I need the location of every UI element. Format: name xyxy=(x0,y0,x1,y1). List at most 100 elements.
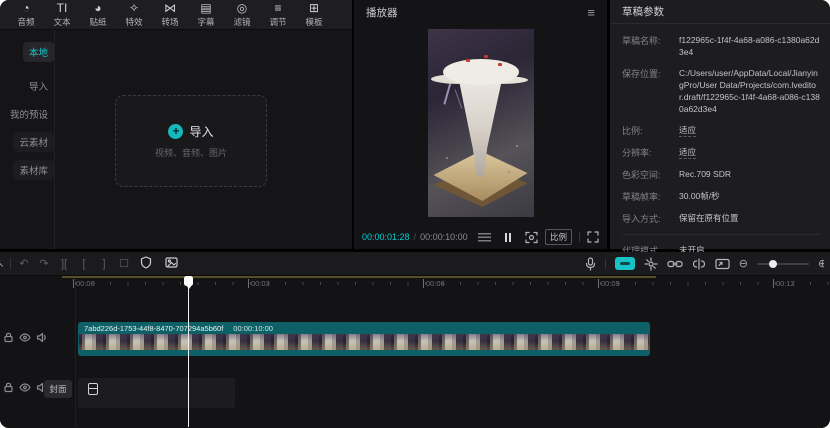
ratio-button[interactable]: 比例 xyxy=(545,229,572,245)
fullscreen-icon[interactable] xyxy=(587,231,599,243)
redo-icon[interactable]: ↷ xyxy=(34,257,54,270)
media-panel: ◔音频 TI文本 ◕贴纸 ✧特效 ⋈转场 ▤字幕 ◎滤镜 ≡调节 ⊞模板 本地 … xyxy=(0,0,352,249)
video-track-controls xyxy=(3,332,48,343)
text-icon: TI xyxy=(57,2,68,15)
debris xyxy=(516,145,518,147)
field-label: 导入方式: xyxy=(622,212,679,225)
trim-right-icon[interactable]: ] xyxy=(94,258,114,270)
tab-label: 模板 xyxy=(305,16,322,28)
field-label: 保存位置: xyxy=(622,67,679,115)
tab-label: 贴纸 xyxy=(89,16,106,28)
sidebar-item-local[interactable]: 本地 xyxy=(0,42,54,62)
video-clip[interactable]: 7abd226d-1753-44f8-8470-707294a5b60f 00:… xyxy=(78,322,650,356)
quality-icon[interactable] xyxy=(478,233,491,242)
ruler-label: 00:09 xyxy=(598,279,620,288)
cover-thumbnail-icon[interactable] xyxy=(88,383,98,395)
undo-icon[interactable]: ↶ xyxy=(14,257,34,270)
ruler-highlight-band xyxy=(62,276,656,278)
tab-label: 调节 xyxy=(269,16,286,28)
import-mode-value: 保留在原有位置 xyxy=(679,212,739,225)
auto-snap-icon[interactable] xyxy=(644,257,658,271)
shield-icon[interactable] xyxy=(134,256,158,272)
tab-audio[interactable]: ◔音频 xyxy=(8,2,44,28)
trim-left-icon[interactable]: [ xyxy=(74,258,94,270)
lightning-shape xyxy=(454,89,462,108)
focus-frame-icon[interactable] xyxy=(525,231,538,244)
tab-label: 音频 xyxy=(17,16,34,28)
cover-track-lane xyxy=(78,378,235,408)
transition-icon: ⋈ xyxy=(164,2,176,15)
field-label: 草稿帧率: xyxy=(622,190,679,203)
fit-preview-icon[interactable] xyxy=(715,258,730,270)
divider xyxy=(605,259,606,269)
player-menu-icon[interactable]: ≡ xyxy=(587,5,595,20)
tab-sticker[interactable]: ◕贴纸 xyxy=(80,2,116,28)
clip-bottom-bar xyxy=(79,350,649,355)
tab-filter[interactable]: ◎滤镜 xyxy=(224,2,260,28)
select-cursor-icon[interactable]: ↖ xyxy=(0,257,7,270)
clip-label-bar: 7abd226d-1753-44f8-8470-707294a5b60f 00:… xyxy=(79,323,649,334)
image-overlay-icon[interactable] xyxy=(158,257,184,271)
player-title: 播放器 xyxy=(366,5,398,20)
record-mic-icon[interactable] xyxy=(585,257,596,271)
template-icon: ⊞ xyxy=(309,2,319,15)
sidebar-item-import[interactable]: 导入 xyxy=(0,76,54,96)
current-time: 00:00:01:28 xyxy=(362,232,410,242)
import-hint: 视频、音频、图片 xyxy=(155,146,227,159)
red-debris xyxy=(498,63,502,66)
zoom-slider-thumb[interactable] xyxy=(769,260,777,268)
lock-icon[interactable] xyxy=(3,332,14,343)
tab-effects[interactable]: ✧特效 xyxy=(116,2,152,28)
linkage-icon[interactable] xyxy=(667,259,683,269)
divider xyxy=(75,276,76,427)
eye-icon[interactable] xyxy=(19,382,31,393)
cover-track-controls xyxy=(3,382,48,393)
eye-icon[interactable] xyxy=(19,332,31,343)
total-time: 00:00:10:00 xyxy=(420,232,468,242)
draft-params-panel: 草稿参数 草稿名称:f122965c-1f4f-4a68-a086-c1380a… xyxy=(610,0,830,249)
player-stage xyxy=(354,25,607,225)
divider xyxy=(10,258,11,269)
ratio-value[interactable]: 适应 xyxy=(679,124,696,137)
top-section: ◔音频 TI文本 ◕贴纸 ✧特效 ⋈转场 ▤字幕 ◎滤镜 ≡调节 ⊞模板 本地 … xyxy=(0,0,830,249)
tab-label: 转场 xyxy=(161,16,178,28)
split-icon[interactable]: ][ xyxy=(54,258,74,270)
captions-icon: ▤ xyxy=(200,2,211,15)
timeline-zoom-slider[interactable] xyxy=(757,263,809,265)
zoom-in-icon[interactable]: ⊕ xyxy=(818,257,824,270)
media-content: + 导入 视频、音频、图片 xyxy=(55,30,352,249)
tab-template[interactable]: ⊞模板 xyxy=(296,2,332,28)
sidebar-item-cloud-material[interactable]: 云素材 xyxy=(0,132,54,152)
delete-icon[interactable]: ☐ xyxy=(114,257,134,270)
media-sidebar: 本地 导入 我的预设 云素材 素材库 xyxy=(0,30,55,249)
import-dropzone[interactable]: + 导入 视频、音频、图片 xyxy=(115,95,267,187)
pause-button[interactable] xyxy=(505,233,512,242)
player-header: 播放器 ≡ xyxy=(354,0,607,25)
ruler-label: 00:12 xyxy=(773,279,795,288)
tab-adjust[interactable]: ≡调节 xyxy=(260,2,296,28)
cover-button[interactable]: 封面 xyxy=(44,380,72,398)
preview-axis-icon[interactable] xyxy=(692,258,706,270)
tab-text[interactable]: TI文本 xyxy=(44,2,80,28)
ruler-label: 00:03 xyxy=(248,279,270,288)
main-track-magnet-icon[interactable] xyxy=(615,257,635,270)
zoom-out-icon[interactable]: ⊖ xyxy=(739,257,748,270)
timeline-toolbar: ↖ ↶ ↷ ][ [ ] ☐ xyxy=(0,252,830,276)
mute-speaker-icon[interactable] xyxy=(36,332,48,343)
app-window: ◔音频 TI文本 ◕贴纸 ✧特效 ⋈转场 ▤字幕 ◎滤镜 ≡调节 ⊞模板 本地 … xyxy=(0,0,830,428)
tab-captions[interactable]: ▤字幕 xyxy=(188,2,224,28)
adjust-icon: ≡ xyxy=(274,2,281,15)
field-label: 分辨率: xyxy=(622,146,679,159)
tab-transition[interactable]: ⋈转场 xyxy=(152,2,188,28)
timeline-ruler[interactable]: 00:00 00:03 00:06 00:09 00:12 xyxy=(0,276,830,292)
sidebar-item-material-library[interactable]: 素材库 xyxy=(0,160,54,180)
sidebar-item-presets[interactable]: 我的预设 xyxy=(0,104,54,124)
red-debris xyxy=(466,59,470,62)
effects-icon: ✧ xyxy=(129,2,139,15)
lock-icon[interactable] xyxy=(3,382,14,393)
debris xyxy=(446,157,448,159)
import-label: 导入 xyxy=(189,123,213,140)
playhead-line[interactable] xyxy=(188,276,189,427)
resolution-value[interactable]: 适应 xyxy=(679,146,696,159)
playhead-handle[interactable] xyxy=(184,276,193,286)
